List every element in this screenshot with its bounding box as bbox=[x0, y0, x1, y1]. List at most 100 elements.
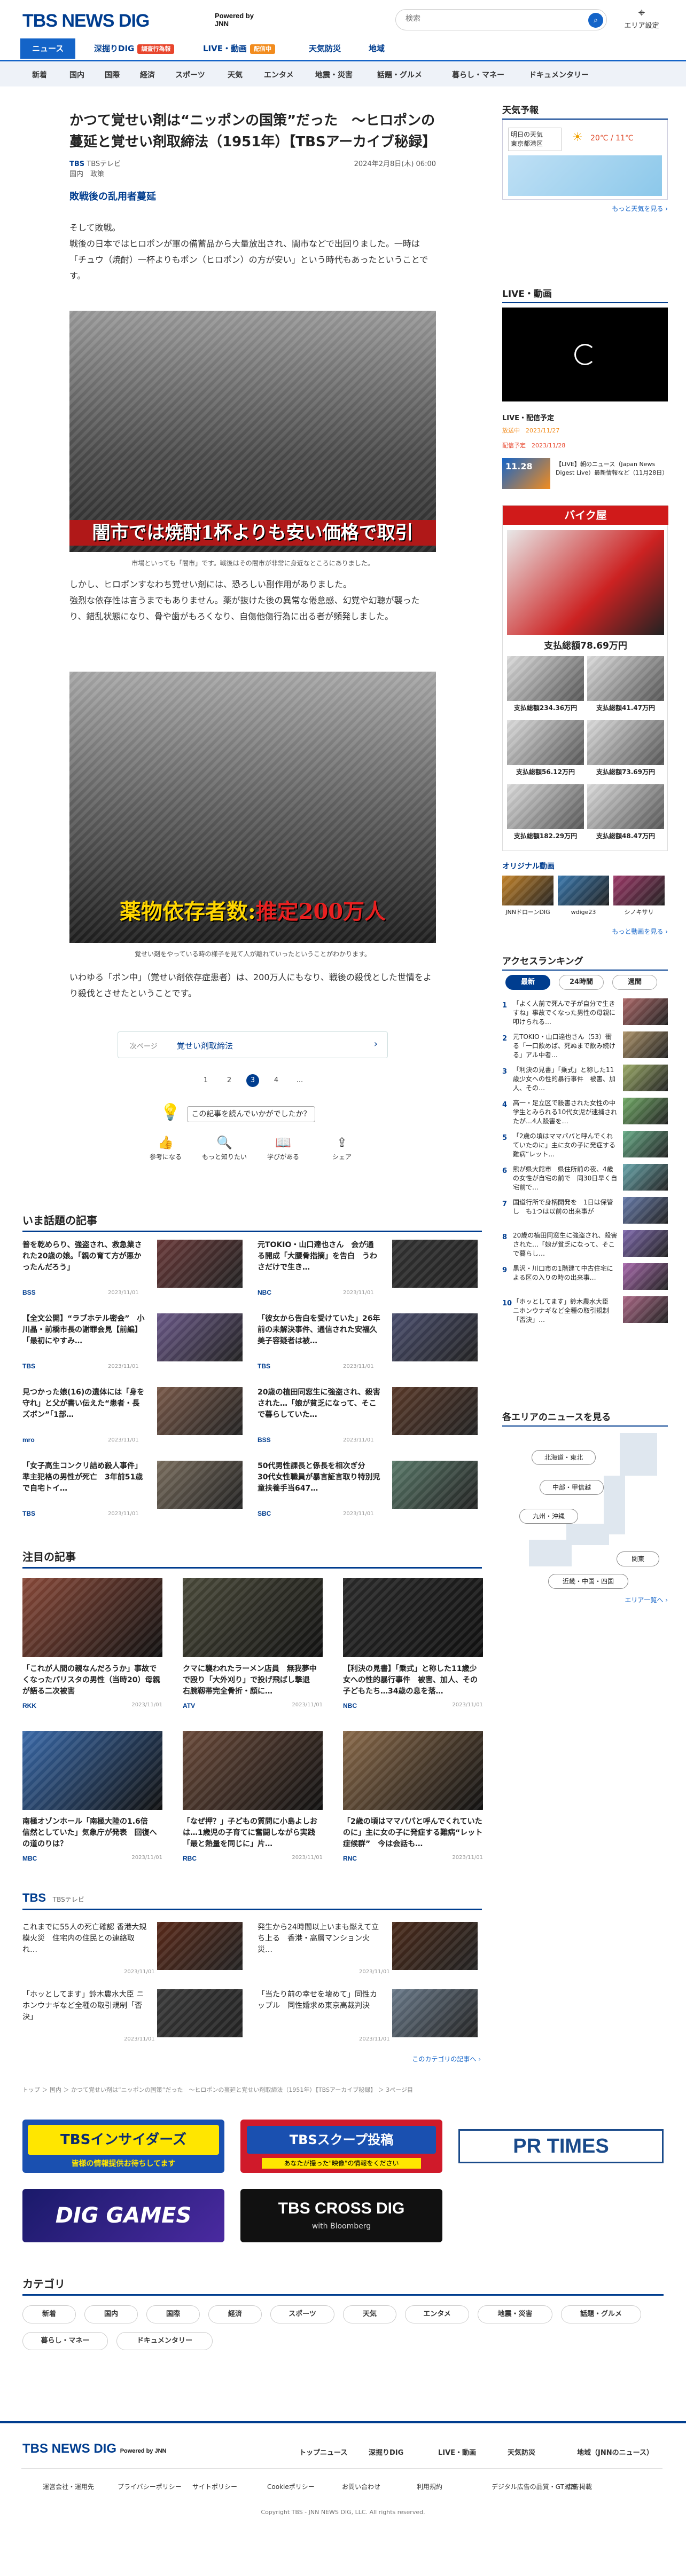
footer-link[interactable]: プライバシーポリシー bbox=[118, 2482, 182, 2491]
category-button[interactable]: 経済 bbox=[208, 2305, 262, 2323]
bike-item[interactable]: 支払総額56.12万円 bbox=[507, 720, 584, 780]
search-icon[interactable]: ⌕ bbox=[588, 13, 603, 28]
ranking-item[interactable]: 7 国道行所で身柄開発を 1日は保管し も1つは以前の出来事が bbox=[502, 1196, 668, 1226]
source-name[interactable]: TBSテレビ bbox=[87, 160, 121, 168]
area-button[interactable]: 近畿・中国・四国 bbox=[548, 1574, 628, 1589]
footer-nav-link[interactable]: LIVE・動画 bbox=[438, 2447, 476, 2457]
share-button[interactable]: ⇪ シェア bbox=[315, 1135, 369, 1161]
reaction-learn-button[interactable]: 📖 学びがある bbox=[256, 1135, 310, 1161]
category-button[interactable]: 国内 bbox=[84, 2305, 138, 2323]
area-settings-button[interactable]: ⌖ エリア設定 bbox=[623, 6, 660, 30]
ranking-tab-1[interactable]: 24時間 bbox=[559, 975, 604, 990]
category-button[interactable]: エンタメ bbox=[405, 2305, 469, 2323]
footer-link[interactable]: お問い合わせ bbox=[342, 2482, 380, 2491]
original-more-link[interactable]: もっと動画を見る › bbox=[502, 927, 668, 936]
tbs-card[interactable]: 「当たり前の幸せを壊めて」同性カップル 同性婚求め東京高裁判決 2023/11/0… bbox=[258, 1989, 482, 2048]
reaction-know-more-button[interactable]: 🔍 もっと知りたい bbox=[198, 1135, 251, 1161]
trending-card[interactable]: 50代男性課長と係長を相次ぎ分 30代女性職員が暴言証言取り特別児童扶養手当64… bbox=[258, 1461, 482, 1524]
cross-dig-banner[interactable]: TBS CROSS DIG with Bloomberg bbox=[240, 2189, 442, 2242]
footer-link[interactable]: Cookieポリシー bbox=[267, 2482, 315, 2491]
source-logo[interactable]: TBS bbox=[69, 160, 84, 168]
next-page-link[interactable]: 次ページ 覚せい剤取締法 › bbox=[118, 1031, 388, 1058]
site-logo[interactable]: TBS NEWS DIG Powered by JNN bbox=[22, 11, 254, 31]
weather-map[interactable] bbox=[508, 155, 662, 196]
featured-card[interactable]: 南極オゾンホール「南極大陸の1.6倍 信然としていた」気象庁が発表 回復への道の… bbox=[22, 1731, 162, 1868]
trending-card[interactable]: 「彼女から告白を受けていた」26年前の未解決事件、通信された安福久美子容疑者は被… bbox=[258, 1313, 482, 1376]
map-chubu[interactable] bbox=[566, 1524, 609, 1545]
live-sched-item[interactable]: 11.28 【LIVE】朝のニュース（Japan News Digest Liv… bbox=[502, 458, 668, 490]
trending-card[interactable]: 20歳の植田同窓生に強盗され、殺害された…「娘が貧乏になって、そこで暮らしていた… bbox=[258, 1387, 482, 1450]
page-link[interactable]: 2 bbox=[223, 1074, 236, 1087]
bike-item[interactable]: 支払総額48.47万円 bbox=[587, 784, 664, 844]
tbs-card[interactable]: 発生から24時間以上いまも燃えて立ち上る 香港・高層マンション火災… 2023/1… bbox=[258, 1922, 482, 1981]
bike-item[interactable]: 支払総額41.47万円 bbox=[587, 656, 664, 716]
area-button[interactable]: 関東 bbox=[617, 1551, 659, 1566]
area-button[interactable]: 北海道・東北 bbox=[532, 1450, 596, 1465]
ranking-item[interactable]: 10 「ホッとしてます」鈴木農水大臣 ニホンウナギなど全種の取引規制「否決」… bbox=[502, 1295, 668, 1325]
tbs-card[interactable]: これまでに55人の死亡確認 香港大規模火災 住宅内の住民との連絡取れ… 2023/… bbox=[22, 1922, 247, 1981]
reaction-helpful-button[interactable]: 👍 参考になる bbox=[139, 1135, 192, 1161]
featured-card[interactable]: 「なぜ押？」子どもの質問に小島よしおは…1歳児の子育てに奮闘しながら実践「最と熱… bbox=[183, 1731, 323, 1868]
live-video-player[interactable] bbox=[502, 308, 668, 401]
ranking-item[interactable]: 1 「よく人前で死んで子が自分で生きすね」事故でくなった男性の母親に叩けられる… bbox=[502, 997, 668, 1027]
trending-card[interactable]: 「女子高生コンクリ詰め殺人事件」準主犯格の男性が死亡 3年前51歳で自宅トイ… T… bbox=[22, 1461, 247, 1524]
trending-card[interactable]: 元TOKIO・山口達也さん 会が通る開成「大腰骨指摘」を告白 うわさだけで生き…… bbox=[258, 1240, 482, 1303]
nav-area[interactable]: 地域 bbox=[369, 38, 385, 59]
ranking-item[interactable]: 4 高一・足立区で殺害された女性の中学生とみられる10代女児が逮捕されたが…4人殺… bbox=[502, 1097, 668, 1126]
weather-more-link[interactable]: もっと天気を見る › bbox=[502, 204, 668, 213]
original-video[interactable]: wdige23 bbox=[558, 876, 609, 924]
weather-widget[interactable]: 明日の天気 東京都港区 ☀ 20℃ / 11℃ bbox=[502, 120, 668, 200]
ranking-tab-2[interactable]: 週間 bbox=[612, 975, 657, 990]
featured-card[interactable]: 「2歳の頃はママパパと呼んでくれていたのに」主に女の子に発症する難病“レット症候… bbox=[343, 1731, 483, 1868]
insiders-banner[interactable]: TBSインサイダーズ 皆様の情報提供お待ちしてます bbox=[22, 2120, 224, 2173]
subnav-item[interactable]: エンタメ bbox=[264, 69, 294, 80]
search-input[interactable] bbox=[406, 14, 576, 23]
category-button[interactable]: ドキュメンタリー bbox=[116, 2332, 213, 2350]
map-kyushu[interactable] bbox=[529, 1540, 572, 1566]
ranking-item[interactable]: 8 20歳の植田同窓生に強盗され、殺害された…「娘が貧乏になって、そこで暮らし… bbox=[502, 1229, 668, 1259]
footer-nav-link[interactable]: 地域（JNNのニュース） bbox=[577, 2447, 653, 2457]
category-button[interactable]: 地震・災害 bbox=[478, 2305, 552, 2323]
ranking-item[interactable]: 5 「2歳の頃はママパパと呼んでくれていたのに」主に女の子に発症する難病“レット… bbox=[502, 1130, 668, 1160]
bike-ad[interactable]: バイク屋 支払総額78.69万円 支払総額234.36万円 支払総額41.47万円… bbox=[502, 505, 668, 851]
category-button[interactable]: スポーツ bbox=[270, 2305, 334, 2323]
trending-card[interactable]: 普を乾めらり、強盗され、救急業された20歳の娘。「親の育て方が悪かったんだろう」… bbox=[22, 1240, 247, 1303]
ranking-item[interactable]: 2 元TOKIO・山口達也さん（53）衝る「一口飲めば、死ぬまで飲み続ける」アル中… bbox=[502, 1030, 668, 1060]
dig-games-banner[interactable]: DIG GAMES bbox=[22, 2189, 224, 2242]
prtimes-banner[interactable]: PR TIMES bbox=[458, 2129, 664, 2163]
page-link-current[interactable]: 3 bbox=[246, 1074, 259, 1087]
featured-card[interactable]: クマに襲われたラーメン店員 無我夢中で殴り「大外刈り」で投げ飛ばし撃退 右腕靱帯… bbox=[183, 1578, 323, 1715]
subnav-item[interactable]: スポーツ bbox=[175, 69, 205, 80]
featured-card[interactable]: 【利決の見書】「乗式」と称した11歳少女への性的暴行事件 被害、加人、その子ども… bbox=[343, 1578, 483, 1715]
genre-tag[interactable]: 国内 bbox=[69, 170, 83, 178]
area-button[interactable]: 九州・沖縄 bbox=[519, 1509, 578, 1524]
ranking-item[interactable]: 6 熊が県大館市 県住所前の夜、4歳の女性が自宅の前で 同30日早く自宅前で… bbox=[502, 1163, 668, 1193]
scoop-banner[interactable]: TBSスクープ投稿 あなたが撮った"映像"の情報をください bbox=[240, 2120, 442, 2173]
live-sched-row[interactable]: 放送中 2023/11/27 bbox=[502, 426, 668, 435]
bike-item[interactable]: 支払総額73.69万円 bbox=[587, 720, 664, 780]
original-video[interactable]: シノキサリ bbox=[613, 876, 665, 924]
footer-logo[interactable]: TBS NEWS DIG Powered by JNN bbox=[22, 2441, 167, 2456]
category-button[interactable]: 話題・グルメ bbox=[561, 2305, 641, 2323]
footer-link[interactable]: 運営会社・運用先 bbox=[43, 2482, 94, 2491]
nav-live[interactable]: LIVE・動画 配信中 bbox=[203, 38, 275, 59]
trending-card[interactable]: 見つかった娘(16)の遺体には「身を守れ」と父が書い伝えた“患者・長ズボン”「1… bbox=[22, 1387, 247, 1450]
map-hokkaido[interactable] bbox=[620, 1433, 657, 1476]
footer-nav-link[interactable]: 天気防災 bbox=[508, 2447, 535, 2457]
tbs-more-link[interactable]: このカテゴリの記事へ › bbox=[374, 2054, 481, 2063]
area-button[interactable]: 中部・甲信越 bbox=[540, 1480, 604, 1495]
featured-card[interactable]: 「これが人間の親なんだろうか」事故でくなったパリスタの男性（当時20）母親が語る… bbox=[22, 1578, 162, 1715]
live-sched-row[interactable]: 配信予定 2023/11/28 bbox=[502, 441, 668, 450]
bike-item[interactable]: 支払総額182.29万円 bbox=[507, 784, 584, 844]
footer-link[interactable]: デジタル広告の品質・GT対策 bbox=[492, 2482, 577, 2491]
category-button[interactable]: 天気 bbox=[343, 2305, 396, 2323]
weather-location[interactable]: 明日の天気 東京都港区 bbox=[508, 128, 562, 151]
footer-nav-link[interactable]: トップニュース bbox=[299, 2447, 347, 2457]
footer-link[interactable]: 利用規約 bbox=[417, 2482, 442, 2491]
subnav-item[interactable]: 新着 bbox=[32, 69, 47, 80]
footer-nav-link[interactable]: 深掘りDIG bbox=[369, 2447, 403, 2457]
nav-news[interactable]: ニュース bbox=[20, 38, 76, 59]
page-link[interactable]: 1 bbox=[199, 1074, 212, 1087]
category-button[interactable]: 国際 bbox=[146, 2305, 200, 2323]
subnav-item[interactable]: 地震・災害 bbox=[315, 69, 353, 80]
